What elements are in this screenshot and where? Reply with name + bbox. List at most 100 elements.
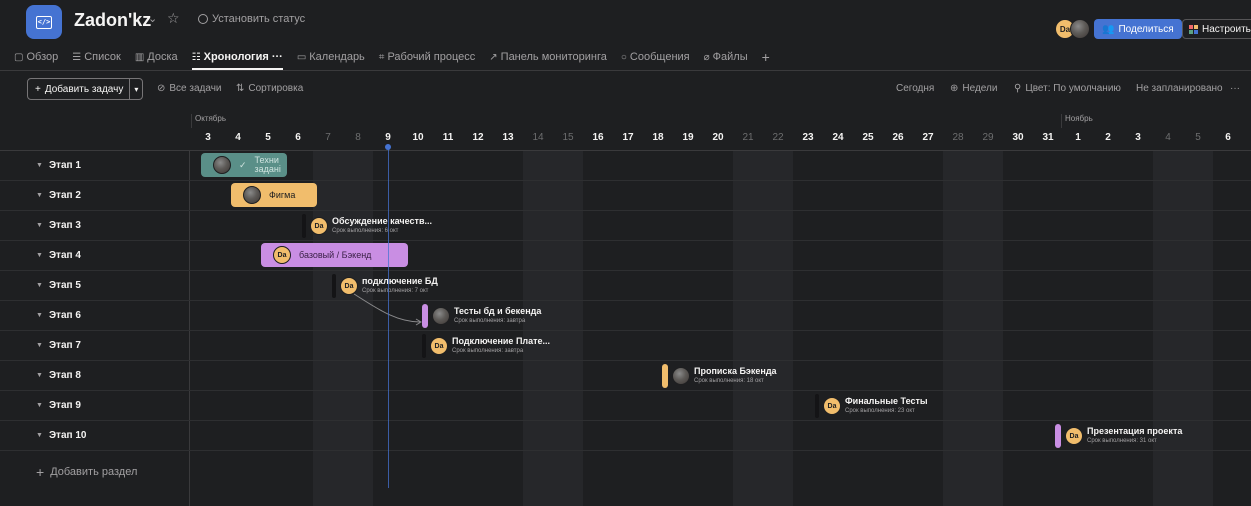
tab-workflow[interactable]: ⌗ Рабочий процесс (379, 48, 475, 66)
task-milestone-presentation[interactable]: Da Презентация проекта Срок выполнения: 3… (1055, 423, 1182, 449)
task-due: Срок выполнения: 7 окт (362, 288, 429, 294)
more-icon[interactable]: ··· (1230, 83, 1240, 94)
section-toggle[interactable]: ▼ Этап 2 (36, 190, 81, 201)
task-name: Прописка Бэкенда (694, 366, 777, 376)
section-toggle[interactable]: ▼ Этап 5 (36, 280, 81, 291)
task-handle[interactable] (422, 304, 428, 328)
section-toggle[interactable]: ▼ Этап 6 (36, 310, 81, 321)
plus-icon: + (35, 83, 41, 95)
tab-label: Рабочий процесс (387, 51, 476, 63)
task-name: Подключение Плате... (452, 336, 551, 346)
tab-calendar[interactable]: ▭ Календарь (297, 48, 365, 66)
section-label: Этап 6 (48, 310, 81, 321)
tab-list[interactable]: ☰ Список (72, 48, 121, 66)
task-milestone-final-tests[interactable]: Da Финальные Тесты Срок выполнения: 23 ок… (815, 393, 928, 419)
task-handle[interactable] (422, 334, 426, 358)
day-label: 3 (205, 132, 211, 143)
tab-label: Календарь (309, 51, 365, 63)
workflow-icon: ⌗ (378, 51, 385, 63)
project-title[interactable]: Zadon'kz (74, 10, 151, 31)
chevron-down-icon[interactable]: ▾ (129, 79, 142, 99)
list-icon: ☰ (72, 51, 82, 63)
add-section-button[interactable]: + Добавить раздел (36, 464, 137, 480)
task-bar-figma[interactable]: Фигма (231, 183, 317, 207)
task-handle[interactable] (302, 214, 306, 238)
avatar-photo (1070, 19, 1090, 39)
tab-dashboard[interactable]: ↗ Панель мониторинга (489, 48, 607, 66)
task-handle[interactable] (662, 364, 668, 388)
tab-files[interactable]: ⌀ Файлы (704, 48, 748, 66)
day-label: 6 (295, 132, 301, 143)
task-bar-tech-spec[interactable]: ✓ Техни задані (201, 153, 287, 177)
member-avatars[interactable]: Da (1055, 19, 1090, 39)
task-due: Срок выполнения: 6 окт (332, 228, 399, 234)
avatar-photo (213, 156, 231, 174)
day-label: 28 (952, 132, 964, 143)
section-label: Этап 7 (48, 340, 81, 351)
section-toggle[interactable]: ▼ Этап 9 (36, 400, 81, 411)
check-circle-icon: ⊘ (157, 83, 166, 94)
today-button[interactable]: Сегодня (896, 83, 934, 94)
tab-more-icon[interactable]: ··· (272, 51, 283, 63)
color-button[interactable]: ⚲ Цвет: По умолчанию (1014, 83, 1121, 94)
unscheduled-button[interactable]: Не запланировано (1136, 83, 1223, 94)
triangle-down-icon: ▼ (36, 372, 43, 379)
add-task-button[interactable]: + Добавить задачу ▾ (27, 78, 144, 100)
day-label: 8 (355, 132, 361, 143)
day-label: 11 (442, 132, 454, 143)
task-handle[interactable] (1055, 424, 1061, 448)
tab-label: Список (84, 51, 121, 63)
section-toggle[interactable]: ▼ Этап 10 (36, 430, 86, 441)
triangle-down-icon: ▼ (36, 282, 43, 289)
day-label: 24 (832, 132, 844, 143)
section-label: Этап 10 (48, 430, 87, 441)
section-toggle[interactable]: ▼ Этап 7 (36, 340, 81, 351)
tab-board[interactable]: ▥ Доска (135, 48, 178, 66)
section-toggle[interactable]: ▼ Этап 8 (36, 370, 81, 381)
task-name: Финальные Тесты (845, 396, 928, 406)
tab-messages[interactable]: ○ Сообщения (621, 48, 690, 66)
section-label: Этап 4 (48, 250, 81, 261)
task-milestone-tests[interactable]: Тесты бд и бекенда Срок выполнения: завтр… (422, 303, 541, 329)
share-button[interactable]: 👥 Поделиться (1094, 19, 1182, 39)
set-status-button[interactable]: Установить статус (198, 13, 305, 25)
task-milestone-db[interactable]: Da подключение БД Срок выполнения: 7 окт (332, 273, 438, 299)
section-row: ▼ Этап 5 (0, 271, 1251, 301)
task-milestone-payment[interactable]: Da Подключение Плате... Срок выполнения: … (422, 333, 550, 359)
today-line (388, 148, 389, 488)
task-due: Срок выполнения: 23 окт (845, 408, 915, 414)
month-label: Ноябрь (1061, 114, 1093, 128)
timeline-toolbar: + Добавить задачу ▾ ⊘ Все задачи ⇅ Сортиров… (0, 78, 1251, 102)
share-label: Поделиться (1118, 23, 1174, 35)
customize-button[interactable]: Настроить (1182, 19, 1251, 39)
add-tab-icon[interactable]: + (762, 49, 770, 65)
day-label: 25 (862, 132, 874, 143)
all-tasks-filter[interactable]: ⊘ Все задачи (157, 83, 222, 94)
task-name: базовый / Бэкенд (299, 250, 372, 260)
task-milestone-discussion[interactable]: Da Обсуждение качеств... Срок выполнения:… (302, 213, 432, 239)
avatar-photo (672, 367, 690, 385)
triangle-down-icon: ▼ (36, 222, 43, 229)
tab-overview[interactable]: ▢ Обзор (14, 48, 58, 66)
day-label: 26 (892, 132, 904, 143)
check-icon: ✓ (239, 159, 247, 170)
task-milestone-backend-spec[interactable]: Прописка Бэкенда Срок выполнения: 18 окт (662, 363, 777, 389)
chevron-down-icon[interactable]: ⌄ (148, 12, 157, 25)
section-toggle[interactable]: ▼ Этап 3 (36, 220, 81, 231)
sort-button[interactable]: ⇅ Сортировка (236, 83, 303, 94)
zoom-weeks-button[interactable]: ⊕ Недели (950, 83, 997, 94)
section-toggle[interactable]: ▼ Этап 1 (36, 160, 81, 171)
tab-timeline[interactable]: ☷ Хронология ··· (191, 48, 283, 70)
task-handle[interactable] (815, 394, 819, 418)
avatar: Da (273, 246, 291, 264)
project-icon[interactable]: </> (26, 5, 62, 39)
triangle-down-icon: ▼ (36, 432, 43, 439)
task-bar-backend[interactable]: Da базовый / Бэкенд (261, 243, 408, 267)
section-row: ▼ Этап 6 (0, 301, 1251, 331)
star-icon[interactable]: ☆ (167, 10, 180, 27)
section-toggle[interactable]: ▼ Этап 4 (36, 250, 81, 261)
day-label: 6 (1225, 132, 1231, 143)
task-handle[interactable] (332, 274, 336, 298)
triangle-down-icon: ▼ (36, 162, 43, 169)
day-label: 27 (922, 132, 934, 143)
